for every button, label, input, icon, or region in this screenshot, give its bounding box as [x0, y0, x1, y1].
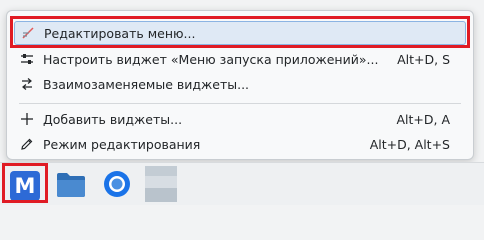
menu-item-configure-launcher[interactable]: Настроить виджет «Меню запуска приложени… — [14, 47, 466, 71]
menu-item-label: Редактировать меню... — [44, 25, 196, 41]
menu-item-label: Добавить виджеты... — [43, 111, 183, 127]
add-icon — [20, 112, 34, 126]
configure-icon — [20, 52, 34, 66]
window-thumbnail-icon[interactable] — [145, 166, 177, 202]
menu-item-label: Взаимозаменяемые виджеты... — [43, 76, 250, 92]
menu-item-shortcut: Alt+D, Alt+S — [369, 136, 450, 152]
menu-item-add-widgets[interactable]: Добавить виджеты... Alt+D, A — [14, 107, 466, 131]
menu-item-alternative-widgets[interactable]: Взаимозаменяемые виджеты... — [14, 72, 466, 96]
application-launcher-button[interactable]: M — [10, 171, 40, 201]
files-icon[interactable] — [56, 170, 86, 198]
edit-menu-icon — [21, 26, 35, 40]
menu-item-edit-menu[interactable]: Редактировать меню... — [14, 21, 466, 45]
menu-item-shortcut: Alt+D, A — [396, 111, 450, 127]
menu-item-shortcut: Alt+D, S — [397, 51, 450, 67]
menu-item-label: Режим редактирования — [43, 136, 201, 152]
menu-item-edit-mode[interactable]: Режим редактирования Alt+D, Alt+S — [14, 132, 466, 156]
chromium-icon[interactable] — [103, 170, 131, 198]
menu-separator — [19, 103, 461, 104]
switch-widgets-icon — [20, 77, 34, 91]
edit-pencil-icon — [20, 137, 34, 151]
context-menu: Редактировать меню... Настроить виджет «… — [6, 10, 474, 160]
menu-item-label: Настроить виджет «Меню запуска приложени… — [43, 51, 379, 67]
launcher-letter: M — [14, 174, 36, 198]
